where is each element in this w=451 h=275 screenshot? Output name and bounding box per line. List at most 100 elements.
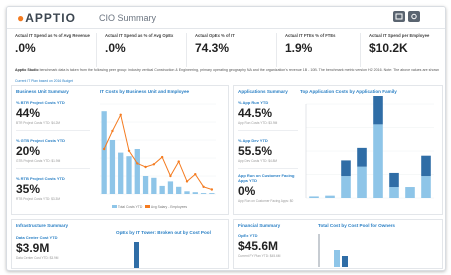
cost-pool-chart-title: Total Cost by Cost Pool for Owners — [318, 223, 395, 228]
line-point — [177, 160, 180, 163]
bar-segment — [421, 176, 431, 198]
metric-value: 20% — [16, 144, 41, 158]
line-point — [144, 165, 147, 169]
kpi-value: $10.2K — [369, 41, 408, 55]
page-title: CIO Summary — [99, 13, 157, 23]
cost-pool-bar[interactable] — [342, 256, 348, 267]
kpi-label: Actual IT FTEs % of FTEs — [285, 33, 336, 38]
kpi-label: Actual IT Spend as % of Avg OpEx — [105, 33, 174, 38]
divider — [16, 130, 90, 131]
logo-mark: ● — [17, 11, 26, 25]
bar-segment — [309, 196, 319, 198]
metric-sub: GTB Project Costs YTD: $1.9M — [16, 159, 61, 163]
bar-segment — [373, 124, 383, 198]
note-text: benchmark data is taken from the followi… — [39, 68, 440, 72]
bar-segment — [421, 155, 431, 177]
bar — [118, 152, 124, 194]
line-point — [136, 162, 139, 165]
legend-swatch — [145, 205, 151, 208]
business-unit-panel: Business Unit Summary % BTR Project Cost… — [11, 85, 229, 215]
metric-sub: BTR Project Costs YTD: $4.2M — [16, 121, 61, 125]
metric-label: % App Run YTD — [238, 100, 269, 105]
divider — [238, 168, 298, 169]
metric-label: OpEx YTD — [238, 233, 258, 238]
infrastructure-title: Infrastructure Summary — [16, 223, 69, 228]
line-point — [127, 149, 131, 152]
kpi-value: .0% — [105, 41, 126, 55]
line-point — [152, 163, 156, 166]
bar-segment — [357, 166, 367, 198]
metric-label: % GTB Project Costs YTD — [16, 138, 66, 143]
top-apps-chart-title: Top Application Costs by Application Fam… — [300, 89, 397, 94]
share-button[interactable] — [393, 11, 405, 22]
bar — [200, 193, 207, 194]
metric-value: 0% — [238, 184, 256, 198]
bar-segment — [341, 176, 351, 198]
legend-swatch — [112, 205, 117, 208]
bar — [192, 192, 198, 194]
benchmark-note: Apptio Studio benchmark data is taken fr… — [15, 68, 443, 73]
line-point — [185, 180, 189, 183]
metric-value: 55.5% — [238, 144, 273, 158]
kpi-label: Actual IT Spend per Employee — [369, 33, 430, 38]
bar — [151, 177, 157, 194]
it-costs-chart[interactable] — [96, 96, 226, 204]
plan-link[interactable]: Current IT Plan based on 2016 Budget — [15, 79, 73, 83]
bar — [142, 176, 149, 194]
applications-panel: Applications Summary % App Run YTD 44.5%… — [233, 85, 443, 215]
metric-value: 35% — [16, 182, 41, 196]
metric-sub: App Run on Customer Facing Apps: $0 — [238, 199, 294, 203]
line-point — [169, 174, 172, 178]
logo-text: APPTIO — [25, 11, 76, 25]
bar-segment — [389, 172, 399, 188]
kpi-card[interactable]: Actual OpEx % of IT 74.3% — [191, 33, 277, 67]
settings-button[interactable] — [408, 11, 420, 22]
line-point — [102, 147, 106, 151]
bar-segment — [357, 147, 367, 167]
metric-sub: Data Center Cost YTD: $3.9M — [16, 256, 59, 260]
kpi-card[interactable]: Actual IT FTEs % of FTEs 1.9% — [281, 33, 361, 67]
apptio-logo: ●APPTIO — [17, 11, 76, 25]
line-point — [210, 188, 214, 191]
kpi-card[interactable]: Actual IT Spend per Employee $10.2K — [365, 33, 443, 67]
kpi-value: 1.9% — [285, 41, 313, 55]
bar — [101, 111, 107, 194]
cost-pool-bar[interactable] — [334, 250, 340, 267]
bar — [209, 193, 215, 194]
chart-legend: Total Costs YTD Avg Salary - Employees — [112, 205, 187, 209]
app-window: ●APPTIO CIO Summary Actual IT Spend as %… — [6, 6, 446, 271]
bar — [176, 186, 182, 194]
applications-title: Applications Summary — [238, 89, 288, 94]
metric-sub: App Dev Costs YTD: $4.8M — [238, 159, 278, 163]
kpi-card[interactable]: Actual IT Spend as % of Avg OpEx .0% — [101, 33, 187, 67]
kpi-label: Actual IT Spend as % of Avg Revenue — [15, 33, 90, 38]
metric-sub: App Run Costs YTD: $3.9M — [238, 121, 278, 125]
metric-label: % RTB Project Costs YTD — [16, 176, 65, 181]
bar — [109, 140, 116, 194]
divider — [238, 130, 298, 131]
financial-panel: Financial Summary OpEx YTD $45.6M Curren… — [233, 219, 443, 269]
bar-segment — [373, 96, 383, 125]
bar — [134, 149, 140, 194]
kpi-card[interactable]: Actual IT Spend as % of Avg Revenue .0% — [11, 33, 97, 67]
bar — [159, 185, 165, 194]
metric-value: $45.6M — [238, 239, 279, 253]
metric-sub: RTB Project Costs YTD: $3.3M — [16, 197, 60, 201]
line-point — [111, 129, 114, 133]
divider — [16, 168, 90, 169]
bar-segment — [341, 160, 351, 177]
bar — [167, 181, 174, 194]
note-bold: Apptio Studio — [15, 68, 39, 72]
opex-tower-bar[interactable] — [134, 242, 139, 268]
top-apps-chart[interactable] — [298, 96, 440, 208]
gear-icon — [411, 13, 417, 20]
metric-value: 44% — [16, 106, 41, 120]
kpi-label: Actual OpEx % of IT — [195, 33, 235, 38]
metric-sub: Current FY Plan YTD: $45.6M — [238, 254, 281, 258]
chart-axis — [318, 234, 320, 267]
top-bar: ●APPTIO CIO Summary — [7, 7, 445, 29]
it-costs-chart-title: IT Costs by Business Unit and Employee — [100, 89, 190, 94]
kpi-value: .0% — [15, 41, 36, 55]
bar-segment — [325, 195, 335, 198]
share-icon — [395, 13, 403, 20]
